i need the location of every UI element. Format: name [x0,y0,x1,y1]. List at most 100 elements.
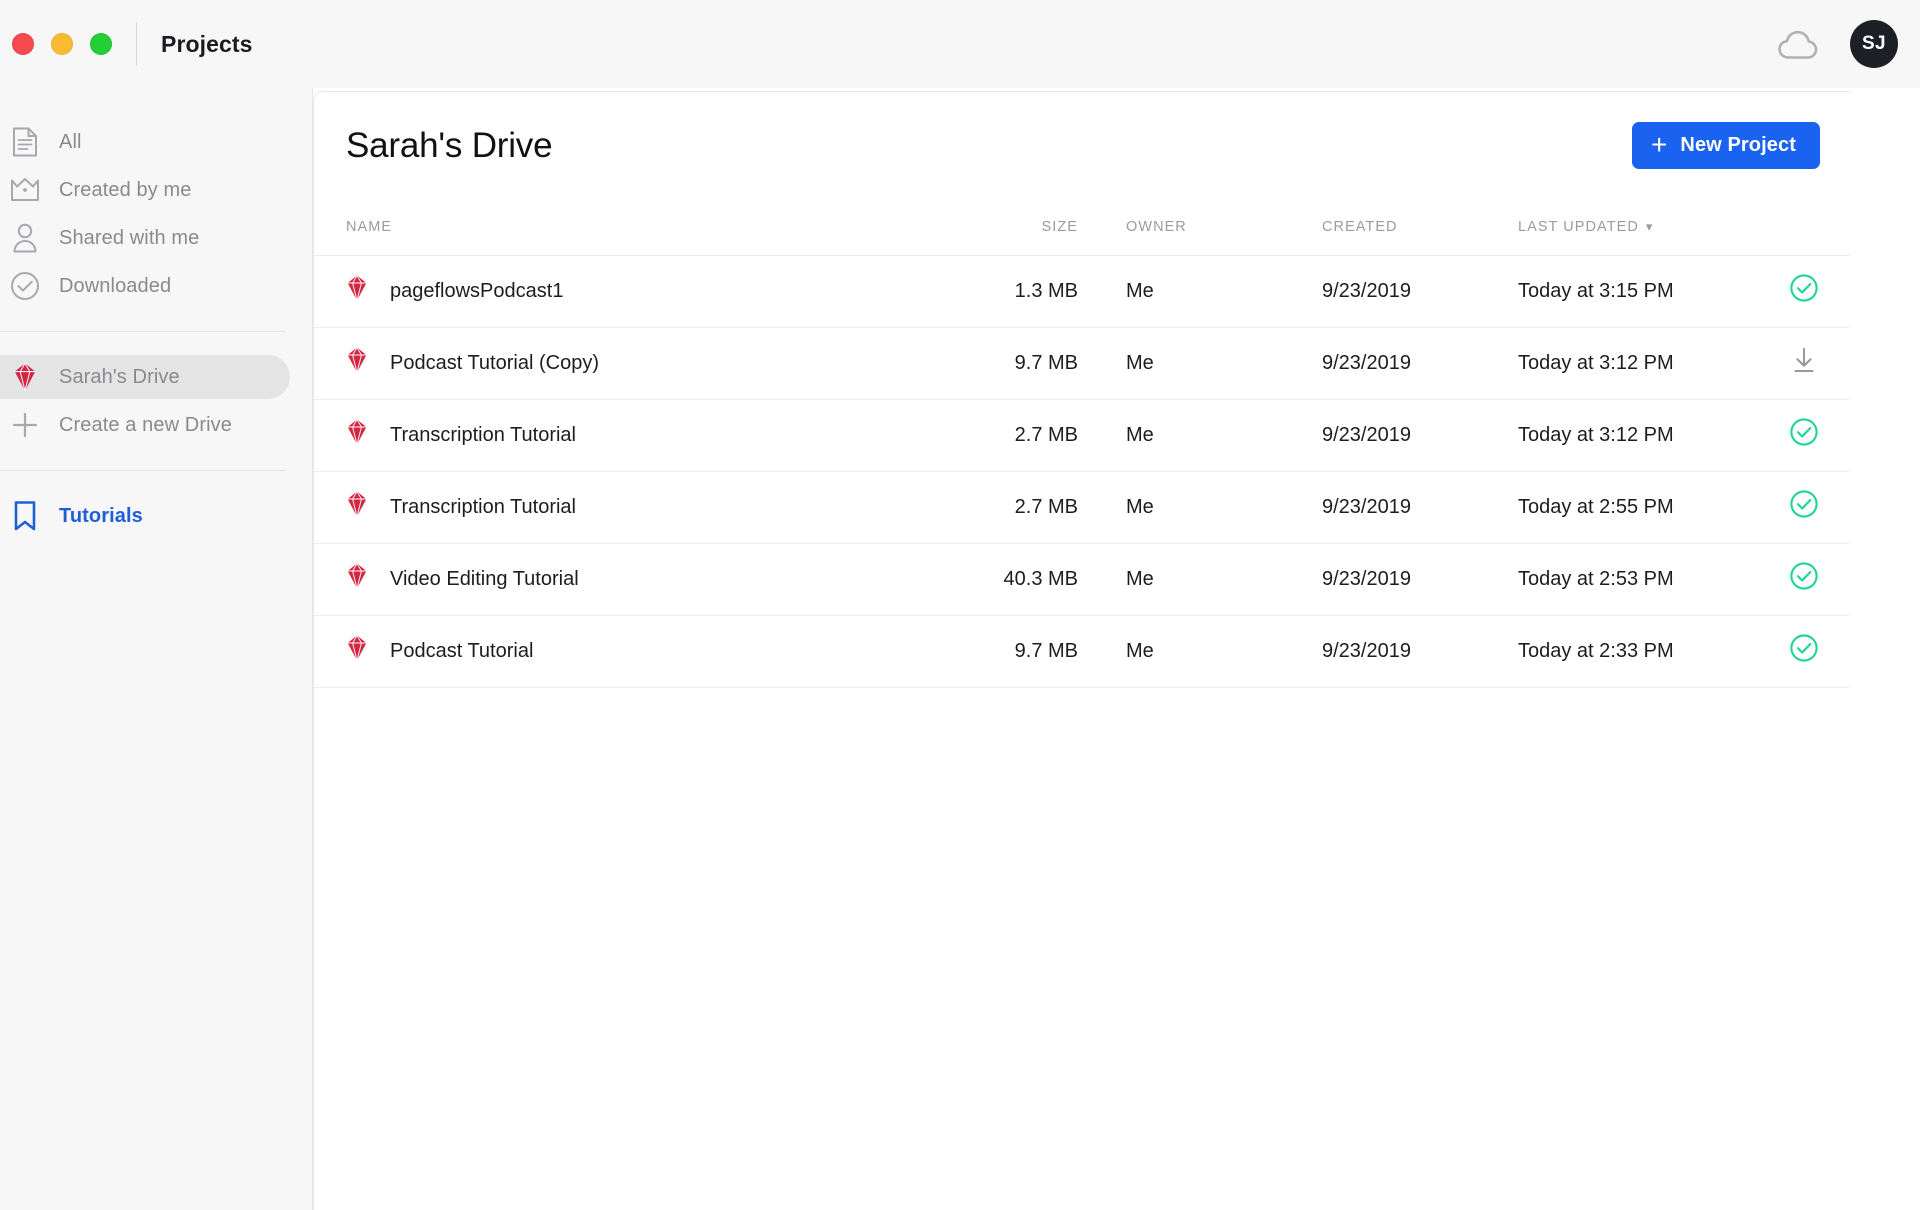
project-name: pageflowsPodcast1 [390,279,564,302]
cell-size: 2.7 MB [924,399,1104,472]
sidebar-item-label: Created by me [59,178,192,201]
table-header-row: NAME SIZE OWNER CREATED LAST UPDATED ▾ [314,199,1850,256]
close-window-button[interactable] [12,33,34,55]
new-project-label: New Project [1680,134,1796,156]
project-name: Transcription Tutorial [390,423,576,446]
sidebar-item-tutorials[interactable]: Tutorials [0,492,312,540]
column-header-created[interactable]: CREATED [1300,199,1496,256]
cell-size: 9.7 MB [924,327,1104,400]
gem-icon [8,360,42,394]
cell-status [1756,543,1850,616]
cell-name: Transcription Tutorial [314,399,924,472]
traffic-light-group [12,33,112,55]
sidebar-divider-2 [0,470,285,471]
column-header-size[interactable]: SIZE [924,199,1104,256]
cell-last-updated: Today at 2:53 PM [1496,543,1756,616]
cell-created: 9/23/2019 [1300,543,1496,616]
crown-icon [8,173,42,207]
column-header-status [1756,199,1850,256]
table-row[interactable]: Transcription Tutorial 2.7 MB Me 9/23/2019 T… [314,399,1850,472]
cell-size: 1.3 MB [924,255,1104,328]
gem-icon [346,346,368,380]
sidebar-item-shared-with-me[interactable]: Shared with me [0,214,312,262]
table-row[interactable]: pageflowsPodcast1 1.3 MB Me 9/23/2019 Today … [314,255,1850,328]
project-name: Video Editing Tutorial [390,567,579,590]
cell-created: 9/23/2019 [1300,471,1496,544]
sidebar-item-created-by-me[interactable]: Created by me [0,166,312,214]
sidebar-divider-1 [0,331,285,332]
synced-check-icon[interactable] [1789,273,1819,309]
synced-check-icon[interactable] [1789,633,1819,669]
cell-last-updated: Today at 2:55 PM [1496,471,1756,544]
download-icon[interactable] [1789,345,1819,381]
sidebar: All Created by me Shared with me Downloa… [0,88,313,1210]
window-titlebar: Projects SJ [0,0,1920,88]
check-circle-icon [8,269,42,303]
cell-name: Podcast Tutorial [314,615,924,688]
sidebar-links-group: Tutorials [0,492,312,540]
project-name: Podcast Tutorial [390,639,534,662]
titlebar-actions: SJ [1776,20,1898,68]
cell-name: pageflowsPodcast1 [314,255,924,328]
cell-owner: Me [1104,543,1300,616]
gem-icon [346,634,368,668]
main-panel: Sarah's Drive + New Project NAME SIZE OW… [313,91,1850,1210]
synced-check-icon[interactable] [1789,417,1819,453]
sidebar-item-label: Sarah's Drive [59,365,180,388]
avatar[interactable]: SJ [1850,20,1898,68]
project-name: Podcast Tutorial (Copy) [390,351,599,374]
cell-owner: Me [1104,327,1300,400]
synced-check-icon[interactable] [1789,489,1819,525]
table-row[interactable]: Podcast Tutorial (Copy) 9.7 MB Me 9/23/2019… [314,327,1850,400]
sidebar-item-label: Tutorials [59,504,143,527]
maximize-window-button[interactable] [90,33,112,55]
cell-size: 40.3 MB [924,543,1104,616]
sidebar-item-label: All [59,130,82,153]
cell-name: Transcription Tutorial [314,471,924,544]
cell-name: Podcast Tutorial (Copy) [314,327,924,400]
sidebar-item-sarahs-drive[interactable]: Sarah's Drive [0,353,312,401]
sidebar-item-create-new-drive[interactable]: Create a new Drive [0,401,312,449]
bookmark-icon [8,499,42,533]
plus-icon [8,408,42,442]
cloud-icon[interactable] [1776,27,1820,61]
sidebar-item-all[interactable]: All [0,118,312,166]
table-row[interactable]: Video Editing Tutorial 40.3 MB Me 9/23/2019… [314,543,1850,616]
column-header-owner[interactable]: OWNER [1104,199,1300,256]
cell-status [1756,399,1850,472]
gem-icon [346,490,368,524]
sidebar-drive-group: Sarah's Drive Create a new Drive [0,353,312,449]
cell-created: 9/23/2019 [1300,399,1496,472]
sidebar-item-label: Create a new Drive [59,413,232,436]
cell-owner: Me [1104,255,1300,328]
sidebar-item-label: Shared with me [59,226,200,249]
gem-icon [346,562,368,596]
new-project-button[interactable]: + New Project [1631,122,1820,169]
column-header-last-updated[interactable]: LAST UPDATED ▾ [1496,199,1756,256]
cell-last-updated: Today at 3:12 PM [1496,399,1756,472]
sidebar-item-label: Downloaded [59,274,172,297]
table-row[interactable]: Transcription Tutorial 2.7 MB Me 9/23/2019 T… [314,471,1850,544]
cell-status [1756,615,1850,688]
person-icon [8,221,42,255]
cell-last-updated: Today at 3:15 PM [1496,255,1756,328]
cell-owner: Me [1104,615,1300,688]
table-header: NAME SIZE OWNER CREATED LAST UPDATED ▾ [314,199,1850,256]
synced-check-icon[interactable] [1789,561,1819,597]
cell-owner: Me [1104,471,1300,544]
cell-status [1756,471,1850,544]
project-name: Transcription Tutorial [390,495,576,518]
cell-created: 9/23/2019 [1300,615,1496,688]
gem-icon [346,274,368,308]
sidebar-filter-group: All Created by me Shared with me Downloa… [0,88,312,310]
cell-owner: Me [1104,399,1300,472]
minimize-window-button[interactable] [51,33,73,55]
cell-name: Video Editing Tutorial [314,543,924,616]
table-row[interactable]: Podcast Tutorial 9.7 MB Me 9/23/2019 Today a… [314,615,1850,688]
sidebar-item-downloaded[interactable]: Downloaded [0,262,312,310]
column-header-name[interactable]: NAME [314,199,924,256]
cell-created: 9/23/2019 [1300,327,1496,400]
gem-icon [346,418,368,452]
document-icon [8,125,42,159]
window-title: Projects [161,30,253,57]
